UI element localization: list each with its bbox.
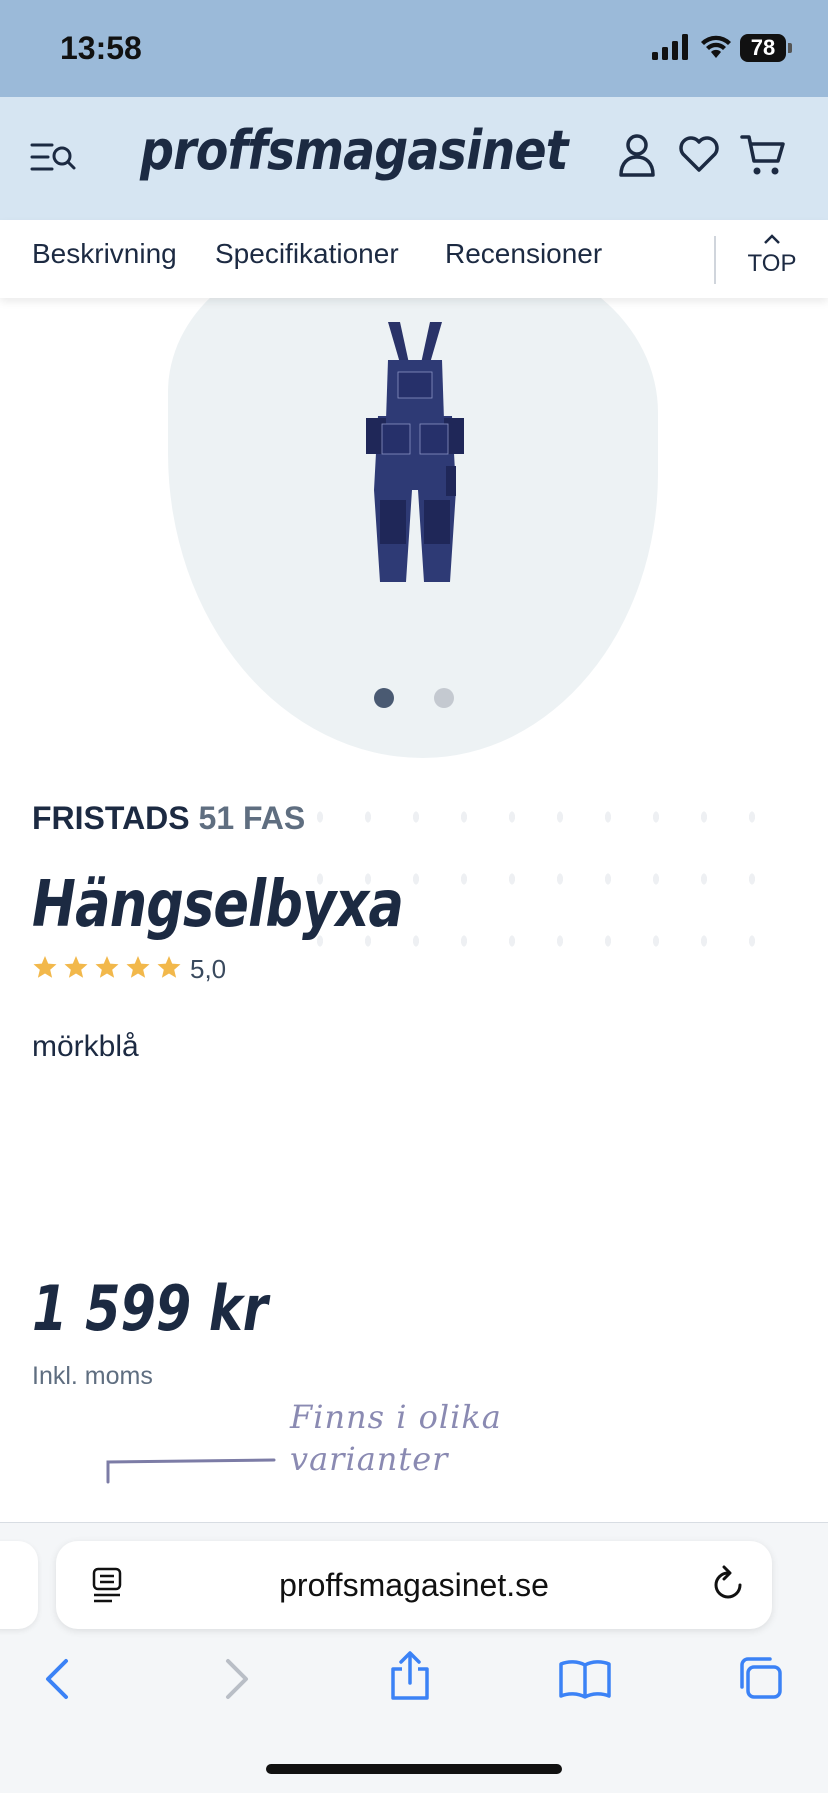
variants-note: Finns i olika varianter	[290, 1396, 502, 1480]
share-icon[interactable]	[388, 1651, 432, 1701]
previous-tab-preview[interactable]	[0, 1541, 38, 1629]
variants-note-line1: Finns i olika	[290, 1398, 502, 1436]
reload-icon[interactable]	[710, 1565, 746, 1603]
site-header: proffsmagasinet	[0, 97, 828, 220]
user-icon[interactable]	[618, 133, 656, 177]
bookmarks-icon[interactable]	[558, 1659, 612, 1699]
tabs-divider	[714, 236, 716, 284]
status-time: 13:58	[60, 30, 142, 66]
product-image[interactable]	[360, 320, 470, 590]
rating-stars	[33, 956, 181, 978]
product-title: Hängselbyxa	[32, 868, 404, 942]
back-icon[interactable]	[42, 1657, 72, 1701]
tab-recensioner[interactable]: Recensioner	[445, 238, 602, 270]
menu-search-icon[interactable]	[30, 137, 78, 177]
back-to-top-button[interactable]: TOP	[742, 232, 802, 292]
tabs-icon[interactable]	[736, 1655, 784, 1701]
tab-specifikationer[interactable]: Specifikationer	[215, 238, 399, 270]
heart-icon[interactable]	[678, 135, 720, 173]
home-indicator	[266, 1764, 562, 1774]
gallery-dot-2[interactable]	[434, 688, 454, 708]
battery-level: 78	[740, 34, 786, 62]
chevron-up-icon	[764, 234, 780, 244]
forward-icon[interactable]	[222, 1657, 252, 1701]
variants-arrow-line	[106, 1458, 276, 1484]
wifi-icon	[701, 35, 731, 58]
browser-toolbar: proffsmagasinet.se	[0, 1522, 828, 1793]
brand-name[interactable]: FRISTADS	[32, 800, 190, 836]
gallery-dot-1[interactable]	[374, 688, 394, 708]
battery-icon: 78	[740, 34, 792, 62]
address-bar[interactable]: proffsmagasinet.se	[56, 1541, 772, 1629]
cart-icon[interactable]	[740, 133, 786, 177]
product-brand: FRISTADS 51 FAS	[32, 800, 305, 837]
site-logo[interactable]: proffsmagasinet	[140, 119, 568, 182]
cellular-signal-icon	[652, 34, 688, 60]
variants-note-line2: varianter	[290, 1440, 449, 1478]
status-bar: 13:58 78	[0, 0, 828, 97]
url-text[interactable]: proffsmagasinet.se	[56, 1567, 772, 1604]
product-tabs: Beskrivning Specifikationer Recensioner …	[0, 220, 828, 298]
rating-value: 5,0	[190, 954, 227, 984]
tab-beskrivning[interactable]: Beskrivning	[32, 238, 177, 270]
product-model: 51 FAS	[198, 800, 306, 836]
product-color: mörkblå	[32, 1030, 139, 1063]
vat-note: Inkl. moms	[32, 1362, 153, 1390]
product-price: 1 599 kr	[32, 1272, 268, 1345]
back-to-top-label: TOP	[747, 250, 797, 277]
